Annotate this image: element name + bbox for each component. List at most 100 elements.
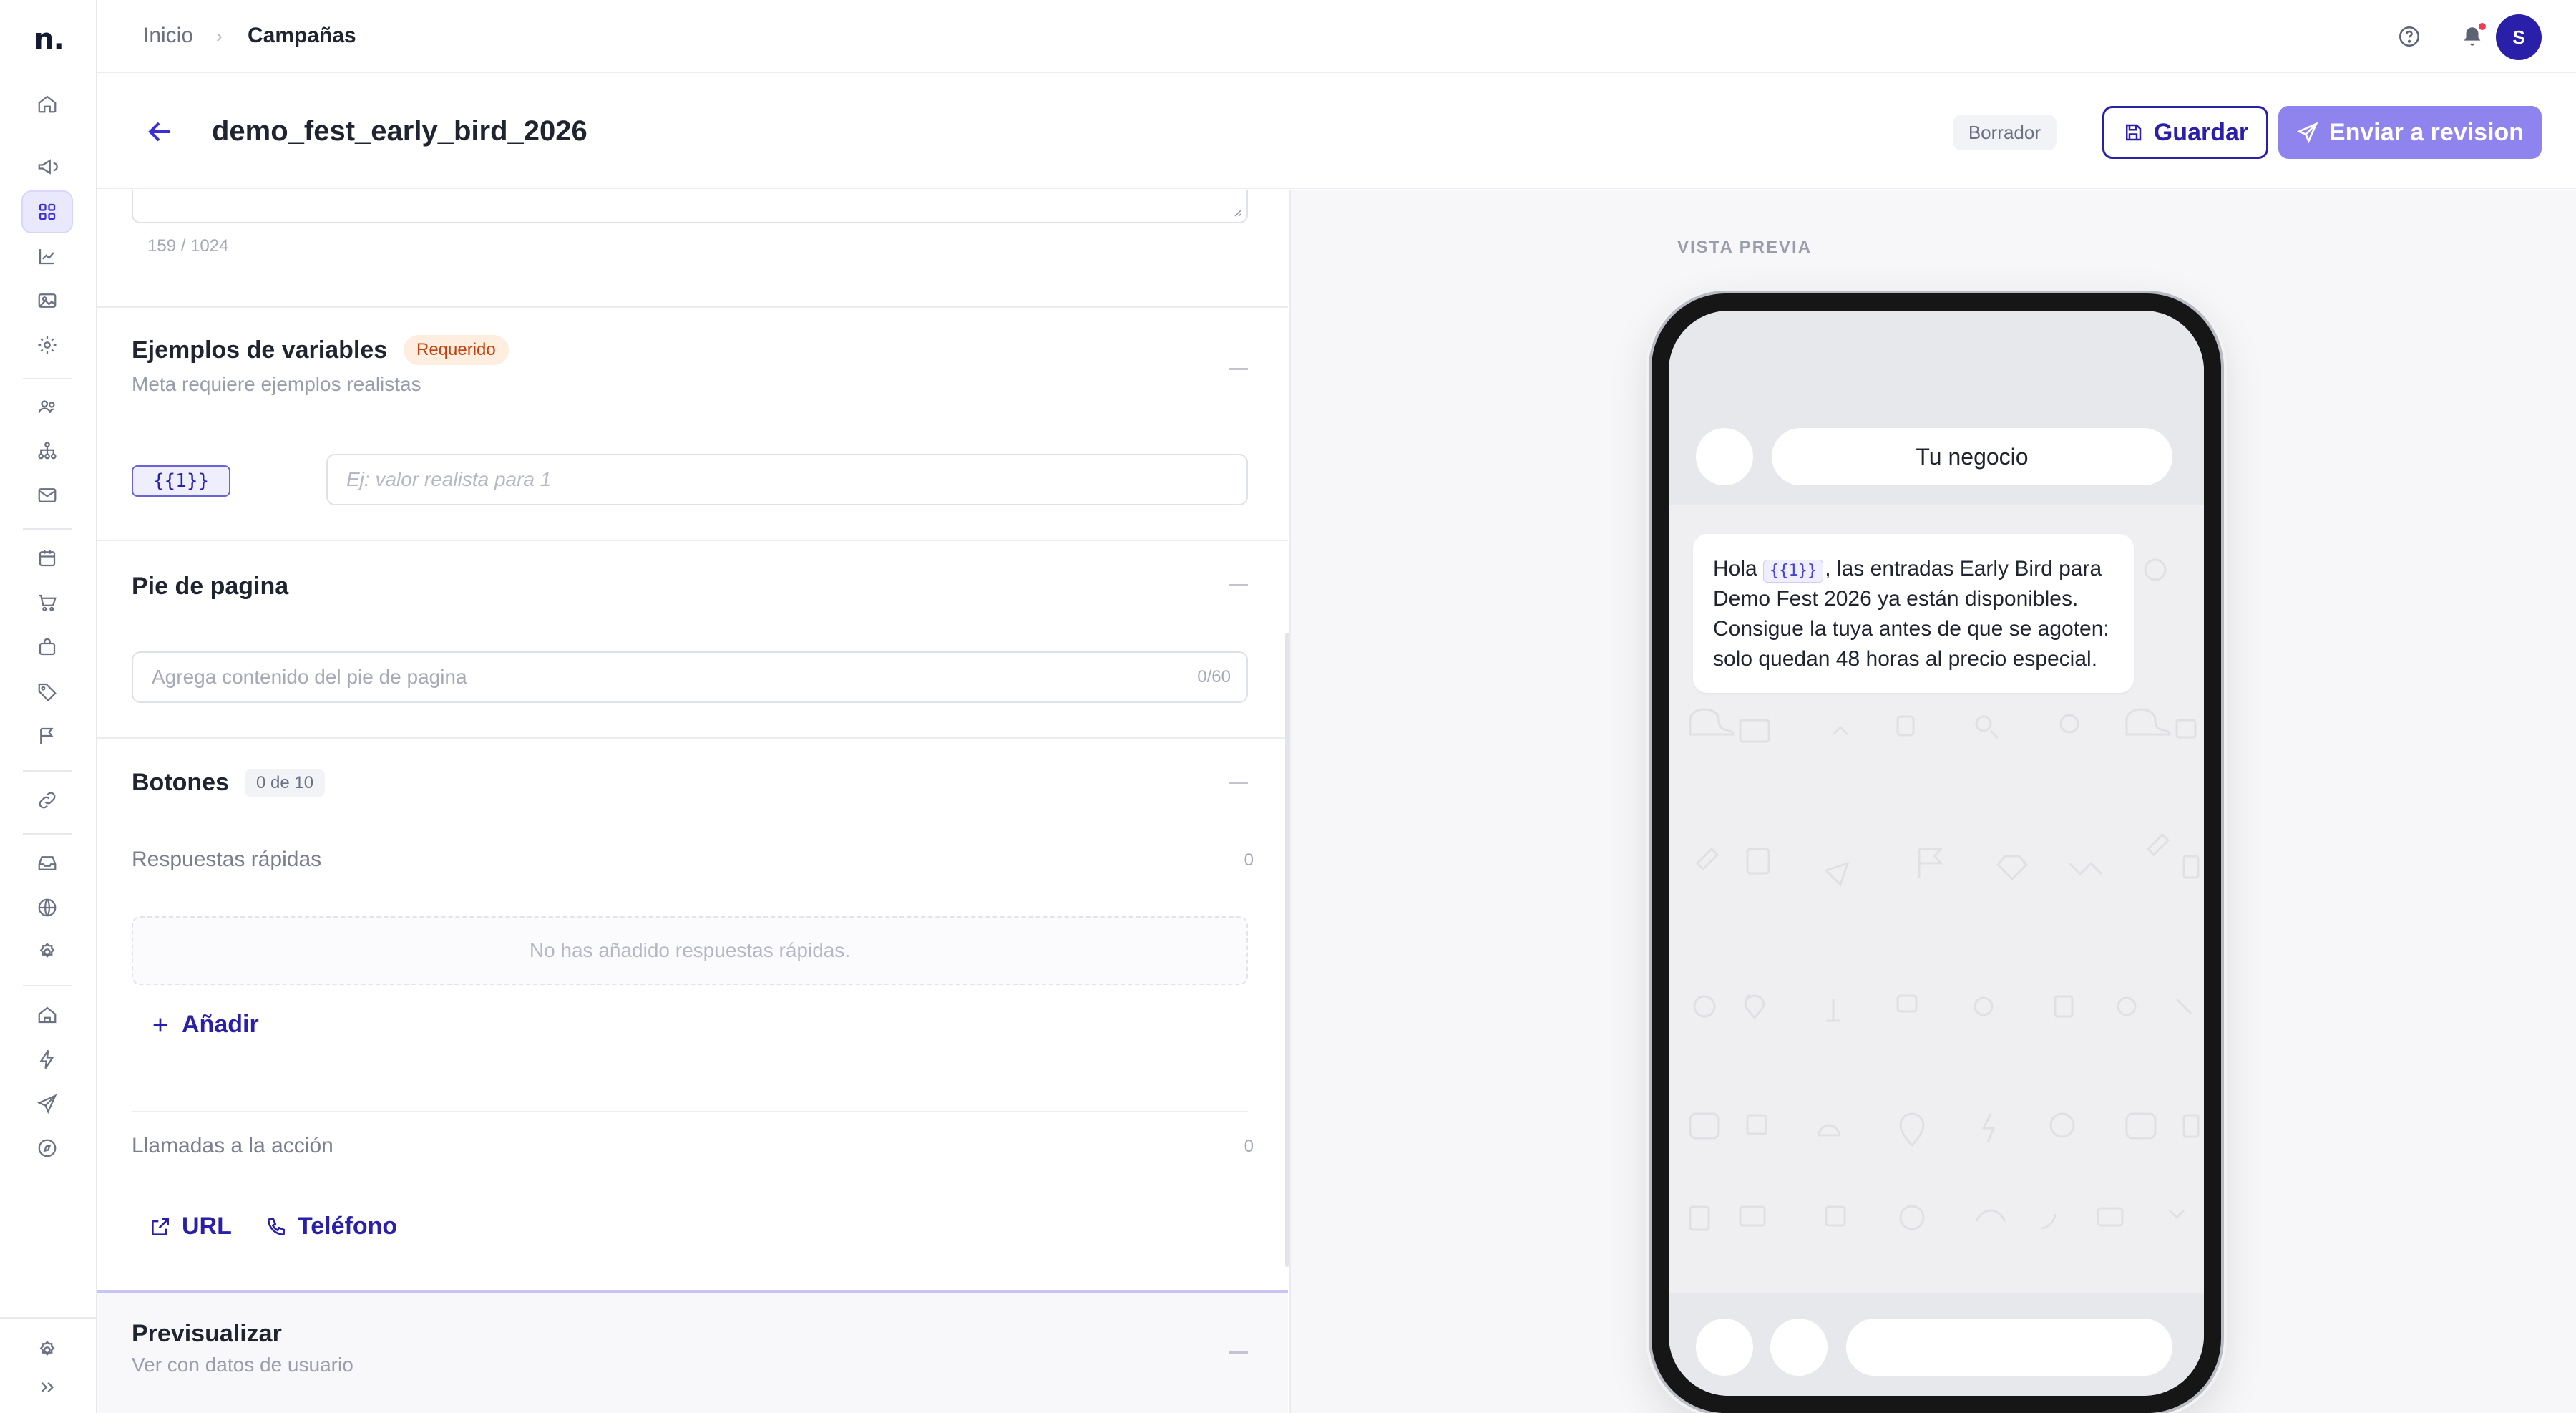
cta-label: Llamadas a la acción [132, 1134, 333, 1157]
campaign-header: demo_fest_early_bird_2026 Borrador Guard… [97, 74, 2576, 189]
collapse-variables-icon[interactable] [1229, 368, 1248, 370]
help-icon[interactable] [2393, 20, 2426, 53]
add-quick-reply-button[interactable]: Añadir [149, 1011, 259, 1039]
footer-placeholder: Agrega contenido del pie de pagina [152, 666, 467, 688]
gear-icon[interactable] [23, 1330, 72, 1370]
building-icon[interactable] [23, 995, 72, 1035]
message-variable-chip: {{1}} [1763, 560, 1824, 583]
bag-icon[interactable] [23, 627, 72, 667]
top-bar: Inicio › Campañas S [97, 0, 2576, 73]
body-textarea[interactable] [132, 190, 1248, 223]
required-badge: Requerido [404, 335, 509, 365]
attach-button [1770, 1319, 1828, 1376]
bell-icon[interactable] [2456, 20, 2489, 53]
resize-handle-icon[interactable] [1231, 206, 1242, 218]
business-avatar [1696, 428, 1753, 485]
breadcrumb-current: Campañas [248, 24, 356, 47]
megaphone-icon[interactable] [23, 147, 72, 187]
image-icon[interactable] [23, 281, 72, 321]
quick-replies-label: Respuestas rápidas [132, 848, 322, 871]
sidebar-divider [23, 770, 72, 772]
breadcrumb-home[interactable]: Inicio [143, 23, 193, 49]
plus-icon [153, 1018, 167, 1031]
add-url-button[interactable]: URL [149, 1213, 232, 1240]
phone-label: Teléfono [298, 1213, 398, 1240]
variables-subtitle: Meta requiere ejemplos realistas [132, 373, 421, 395]
section-divider [97, 540, 1288, 541]
section-divider [97, 306, 1288, 308]
footer-char-count: 0/60 [1197, 667, 1231, 686]
footer-title: Pie de pagina [132, 573, 289, 600]
chart-icon[interactable] [23, 236, 72, 276]
gear-icon[interactable] [23, 325, 72, 365]
globe-icon[interactable] [23, 888, 72, 928]
app-logo[interactable]: n. [0, 17, 97, 62]
footer-input[interactable]: Agrega contenido del pie de pagina 0/60 [132, 651, 1248, 703]
status-badge: Borrador [1952, 115, 2057, 150]
collapse-preview-icon[interactable] [1229, 1351, 1248, 1354]
variables-title: Ejemplos de variables [132, 336, 388, 364]
quick-replies-empty-text: No has añadido respuestas rápidas. [529, 939, 851, 961]
cta-count: 0 [1244, 1137, 1254, 1156]
preview-section-title: Previsualizar [132, 1320, 282, 1347]
notification-dot [2477, 21, 2487, 31]
business-name: Tu negocio [1772, 428, 2172, 485]
grid-icon[interactable] [21, 190, 73, 233]
emoji-button [1696, 1319, 1753, 1376]
page-title: demo_fest_early_bird_2026 [212, 115, 587, 147]
preview-user-data-section[interactable]: Previsualizar Ver con datos de usuario [97, 1290, 1288, 1413]
settings-icon[interactable] [23, 932, 72, 972]
save-icon [2125, 124, 2142, 141]
message-bubble: Hola {{1}}, las entradas Early Bird para… [1693, 534, 2134, 693]
add-phone-button[interactable]: Teléfono [265, 1213, 397, 1240]
sidebar-divider [23, 528, 72, 530]
back-arrow-icon[interactable] [143, 115, 177, 149]
sidebar: n. [0, 0, 97, 1413]
hierarchy-icon[interactable] [23, 431, 72, 471]
message-prefix: Hola [1713, 557, 1764, 581]
collapse-buttons-icon[interactable] [1229, 782, 1248, 784]
preview-section-subtitle: Ver con datos de usuario [132, 1354, 353, 1376]
sidebar-divider [23, 985, 72, 986]
link-icon[interactable] [23, 780, 72, 820]
url-label: URL [182, 1213, 232, 1240]
save-label: Guardar [2153, 118, 2249, 146]
variable-example-input[interactable]: Ej: valor realista para 1 [326, 454, 1248, 505]
send-icon[interactable] [23, 1084, 72, 1124]
lightning-icon[interactable] [23, 1039, 72, 1079]
avatar[interactable]: S [2496, 14, 2542, 60]
mail-icon[interactable] [23, 475, 72, 515]
phone-icon [267, 1218, 285, 1235]
compass-icon[interactable] [23, 1128, 72, 1168]
template-form: 159 / 1024 Ejemplos de variables Requeri… [97, 190, 1288, 1413]
subsection-divider [132, 1111, 1248, 1112]
flag-icon[interactable] [23, 716, 72, 756]
home-icon[interactable] [23, 84, 72, 124]
phone-screen: Tu negocio Hola {{1}} , las entradas Ear… [1669, 311, 2204, 1396]
buttons-title: Botones [132, 769, 229, 796]
users-icon[interactable] [23, 387, 72, 427]
phone-preview-pane: VISTA PREVIA Tu negocio Hola {{1}} , las… [1289, 190, 2576, 1413]
quick-replies-count: 0 [1244, 850, 1254, 870]
chat-header: Tu negocio [1669, 311, 2204, 505]
inbox-icon[interactable] [23, 843, 72, 883]
preview-label: VISTA PREVIA [1677, 238, 1813, 257]
variable-chip: {{1}} [132, 465, 230, 497]
collapse-footer-icon[interactable] [1229, 584, 1248, 586]
send-review-button[interactable]: Enviar a revision [2278, 106, 2542, 159]
cart-icon[interactable] [23, 583, 72, 623]
calendar-icon[interactable] [23, 538, 72, 578]
sidebar-divider [23, 833, 72, 835]
expand-icon[interactable] [23, 1367, 72, 1407]
sidebar-divider [23, 378, 72, 379]
breadcrumb-separator: › [216, 25, 223, 47]
variable-example-placeholder: Ej: valor realista para 1 [346, 468, 552, 490]
external-link-icon [152, 1218, 169, 1235]
buttons-count-badge: 0 de 10 [245, 769, 326, 797]
send-icon [2296, 122, 2318, 144]
tag-icon[interactable] [23, 671, 72, 712]
body-char-count: 159 / 1024 [147, 236, 229, 256]
save-button[interactable]: Guardar [2102, 106, 2268, 159]
phone-mockup: Tu negocio Hola {{1}} , las entradas Ear… [1649, 291, 2224, 1413]
chat-input-bar [1669, 1293, 2204, 1396]
